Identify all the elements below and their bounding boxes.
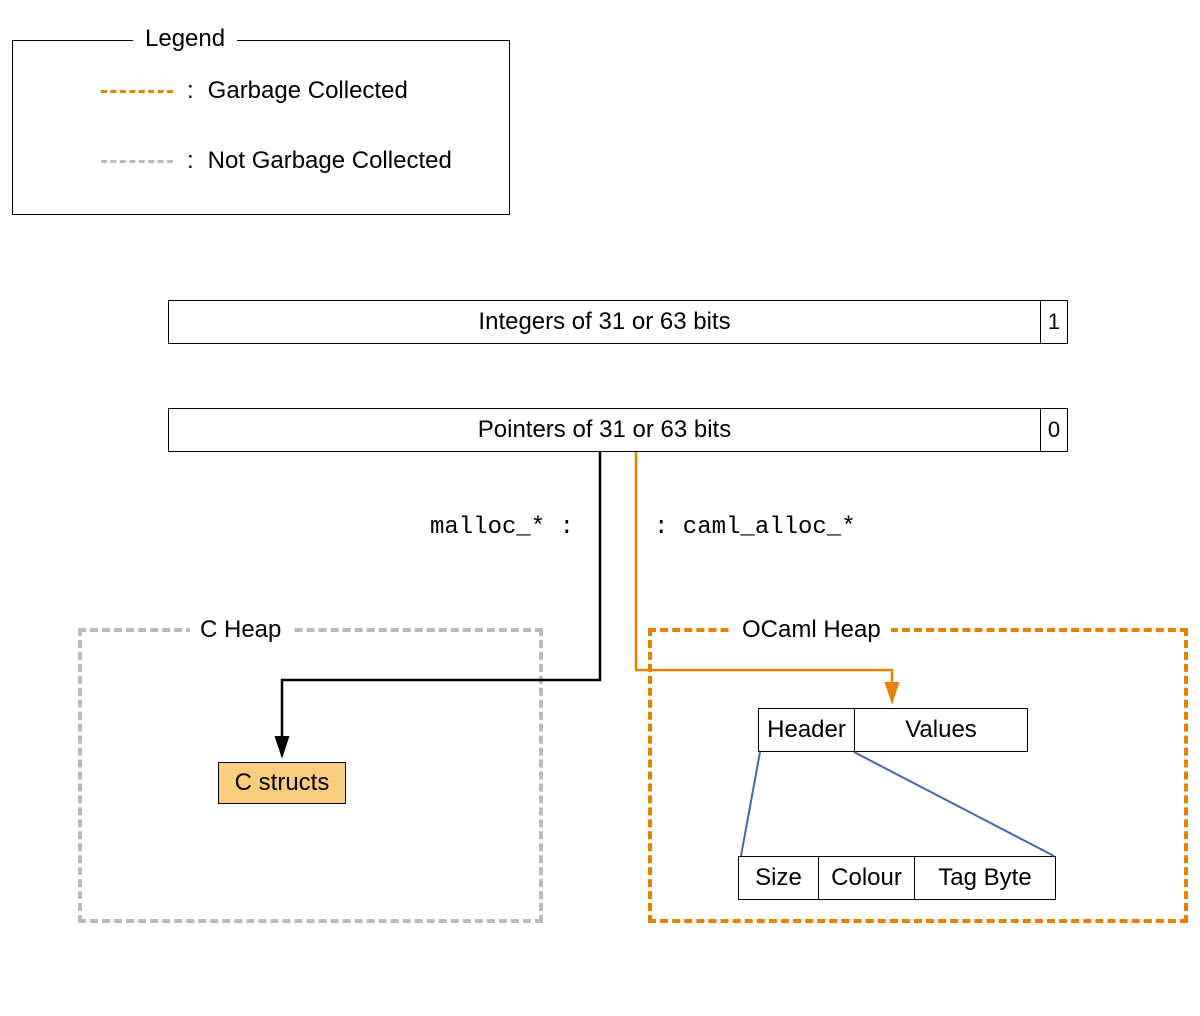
dashed-line-orange-icon: [101, 90, 173, 93]
header-tag-byte-cell: Tag Byte: [915, 857, 1055, 899]
ocaml-heap-title: OCaml Heap: [732, 616, 891, 644]
header-fields-box: Size Colour Tag Byte: [738, 856, 1056, 900]
c-heap-title: C Heap: [190, 616, 291, 644]
legend-row-gc: : Garbage Collected: [101, 77, 408, 105]
integer-tag-bit: 1: [1041, 301, 1067, 343]
legend-title: Legend: [133, 25, 237, 53]
integer-label: Integers of 31 or 63 bits: [169, 301, 1041, 343]
ocaml-block-box: Header Values: [758, 708, 1028, 752]
block-values-cell: Values: [855, 709, 1027, 751]
legend-box: Legend : Garbage Collected : Not Garbage…: [12, 40, 510, 215]
header-colour-cell: Colour: [819, 857, 915, 899]
legend-row-not-gc: : Not Garbage Collected: [101, 147, 452, 175]
colon-text: :: [187, 147, 194, 175]
block-header-cell: Header: [759, 709, 855, 751]
dashed-line-gray-icon: [101, 160, 173, 163]
header-size-cell: Size: [739, 857, 819, 899]
colon-text: :: [187, 77, 194, 105]
legend-not-gc-label: Not Garbage Collected: [208, 147, 452, 175]
pointer-word-box: Pointers of 31 or 63 bits 0: [168, 408, 1068, 452]
legend-gc-label: Garbage Collected: [208, 77, 408, 105]
c-structs-box: C structs: [218, 762, 346, 804]
malloc-label: malloc_* :: [394, 514, 574, 541]
pointer-tag-bit: 0: [1041, 409, 1067, 451]
pointer-label: Pointers of 31 or 63 bits: [169, 409, 1041, 451]
caml-alloc-label: : caml_alloc_*: [654, 514, 856, 541]
integer-word-box: Integers of 31 or 63 bits 1: [168, 300, 1068, 344]
